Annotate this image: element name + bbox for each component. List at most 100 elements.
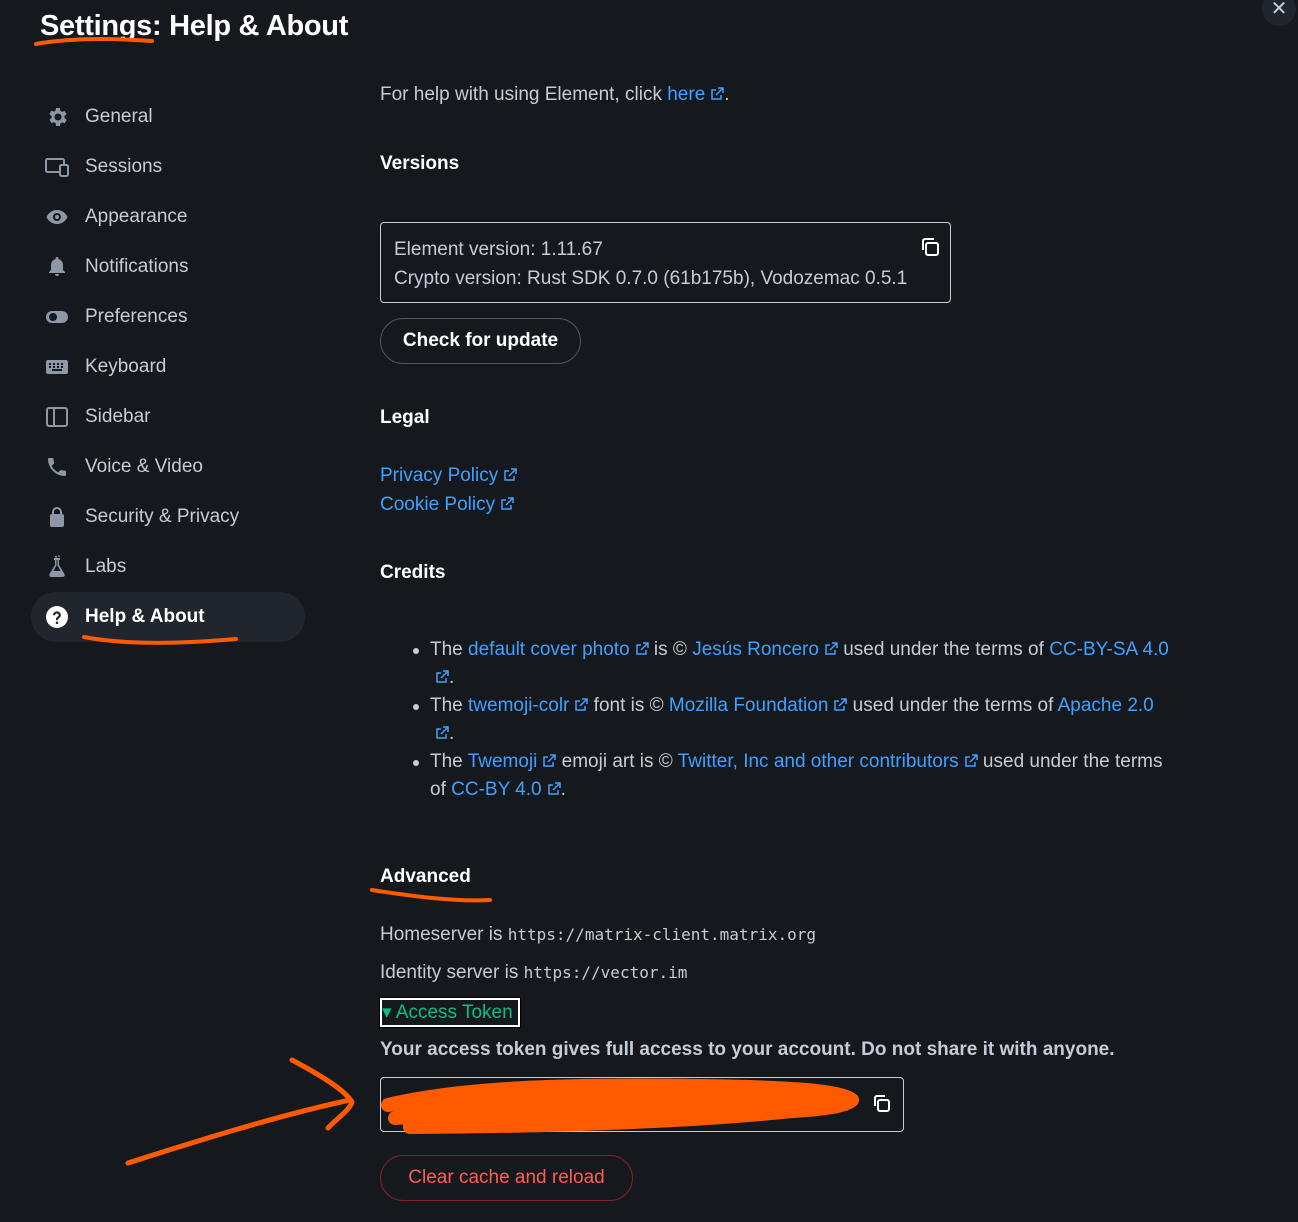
credit-link[interactable]: CC-BY 4.0	[451, 779, 541, 800]
sidebar-item-label: Sidebar	[85, 406, 151, 427]
external-link-icon	[501, 497, 514, 510]
sidebar-icon	[45, 405, 69, 429]
credit-link[interactable]: Mozilla Foundation	[669, 695, 828, 716]
credit-link[interactable]: default cover photo	[468, 639, 630, 660]
element-version: Element version: 1.11.67	[394, 239, 603, 260]
list-item: The Twemoji emoji art is © Twitter, Inc …	[413, 748, 1170, 804]
privacy-policy-text[interactable]: Privacy Policy	[380, 465, 498, 486]
versions-box: Element version: 1.11.67 Crypto version:…	[380, 222, 951, 303]
sidebar-item-label: Help & About	[85, 606, 205, 627]
settings-sidebar: General Sessions Appearance Notification…	[31, 92, 305, 642]
advanced-underline-annotation	[370, 888, 492, 903]
arrow-annotation	[125, 1057, 355, 1166]
credit-text: font is ©	[588, 695, 669, 716]
access-token-toggle[interactable]: ▾ Access Token	[379, 997, 521, 1028]
credit-text: used under the terms of	[837, 639, 1050, 660]
external-link-icon	[436, 726, 449, 739]
sidebar-item-label: Labs	[85, 556, 127, 577]
list-item: The twemoji-colr font is © Mozilla Found…	[413, 692, 1170, 748]
access-token-warning: Your access token gives full access to y…	[380, 1039, 1115, 1060]
identity-server-label: Identity server is	[380, 962, 524, 983]
sidebar-item-help-about[interactable]: Help & About	[31, 592, 305, 642]
phone-icon	[45, 455, 69, 479]
versions-heading: Versions	[380, 153, 460, 174]
sidebar-item-label: Keyboard	[85, 356, 167, 377]
credit-link[interactable]: Apache 2.0	[1058, 695, 1154, 716]
help-prefix: For help with using Element, click	[380, 84, 668, 105]
credit-text: used under the terms of	[847, 695, 1058, 716]
credit-text: is ©	[648, 639, 693, 660]
eye-icon	[45, 205, 69, 229]
sidebar-item-label: Sessions	[85, 156, 163, 177]
credits-list: The default cover photo is © Jesús Ronce…	[413, 636, 1170, 804]
homeserver-label: Homeserver is	[380, 924, 508, 945]
sidebar-item-label: General	[85, 106, 153, 127]
external-link-icon	[834, 698, 848, 711]
external-link-icon	[635, 642, 649, 655]
sidebar-item-appearance[interactable]: Appearance	[31, 192, 305, 242]
external-link-icon	[711, 87, 725, 100]
sidebar-item-security-privacy[interactable]: Security & Privacy	[31, 492, 305, 542]
external-link-icon	[547, 782, 561, 795]
access-token-field[interactable]	[380, 1077, 904, 1132]
toggle-icon	[45, 305, 69, 329]
sidebar-item-sidebar[interactable]: Sidebar	[31, 392, 305, 442]
homeserver-line: Homeserver is https://matrix-client.matr…	[380, 924, 816, 946]
gear-icon	[45, 105, 69, 129]
external-link-icon	[504, 468, 517, 481]
list-item: The default cover photo is © Jesús Ronce…	[413, 636, 1170, 692]
credit-text: emoji art is ©	[556, 751, 678, 772]
copy-icon[interactable]	[871, 1093, 893, 1115]
cookie-policy-text[interactable]: Cookie Policy	[380, 494, 495, 515]
sidebar-item-voice-video[interactable]: Voice & Video	[31, 442, 305, 492]
bell-icon	[45, 255, 69, 279]
help-text: For help with using Element, click here.	[380, 84, 730, 106]
credit-link[interactable]: Jesús Roncero	[692, 639, 819, 660]
advanced-heading: Advanced	[380, 866, 471, 887]
sidebar-item-label: Notifications	[85, 256, 189, 277]
credit-link[interactable]: Twemoji	[468, 751, 538, 772]
sidebar-item-preferences[interactable]: Preferences	[31, 292, 305, 342]
credit-text: The	[430, 695, 469, 716]
keyboard-icon	[45, 355, 69, 379]
page-title: Settings: Help & About	[40, 10, 349, 42]
sidebar-item-notifications[interactable]: Notifications	[31, 242, 305, 292]
sidebar-item-label: Preferences	[85, 306, 188, 327]
credit-text: .	[560, 779, 566, 800]
identity-server-url: https://vector.im	[523, 963, 688, 982]
credit-link[interactable]: CC-BY-SA 4.0	[1049, 639, 1169, 660]
external-link-icon	[964, 754, 978, 767]
help-suffix: .	[724, 84, 730, 105]
homeserver-url: https://matrix-client.matrix.org	[507, 925, 816, 944]
sidebar-item-general[interactable]: General	[31, 92, 305, 142]
external-link-icon	[825, 642, 838, 655]
sidebar-item-label: Security & Privacy	[85, 506, 240, 527]
clear-cache-button[interactable]: Clear cache and reload	[380, 1155, 633, 1201]
devices-icon	[45, 155, 69, 179]
legal-heading: Legal	[380, 407, 430, 428]
lock-icon	[45, 505, 69, 529]
external-link-icon	[575, 698, 589, 711]
credit-text: The	[430, 639, 469, 660]
external-link-icon	[436, 670, 449, 683]
credit-text: .	[449, 667, 455, 688]
close-icon[interactable]: ✕	[1271, 0, 1288, 20]
cookie-policy-link[interactable]: Cookie Policy	[380, 494, 514, 516]
copy-icon[interactable]	[919, 236, 941, 258]
sidebar-item-labs[interactable]: Labs	[31, 542, 305, 592]
help-circle-icon	[45, 605, 69, 629]
help-link[interactable]: here	[667, 84, 705, 105]
sidebar-item-sessions[interactable]: Sessions	[31, 142, 305, 192]
credit-text: .	[449, 723, 455, 744]
crypto-version: Crypto version: Rust SDK 0.7.0 (61b175b)…	[394, 268, 908, 289]
credit-link[interactable]: Twitter, Inc and other contributors	[678, 751, 959, 772]
privacy-policy-link[interactable]: Privacy Policy	[380, 465, 517, 487]
check-for-update-button[interactable]: Check for update	[380, 318, 581, 364]
sidebar-item-keyboard[interactable]: Keyboard	[31, 342, 305, 392]
sidebar-item-label: Appearance	[85, 206, 188, 227]
flask-icon	[45, 555, 69, 579]
credit-link[interactable]: twemoji-colr	[468, 695, 569, 716]
sidebar-item-label: Voice & Video	[85, 456, 203, 477]
close-button[interactable]: ✕	[1262, 0, 1296, 26]
credit-text: The	[430, 751, 468, 772]
